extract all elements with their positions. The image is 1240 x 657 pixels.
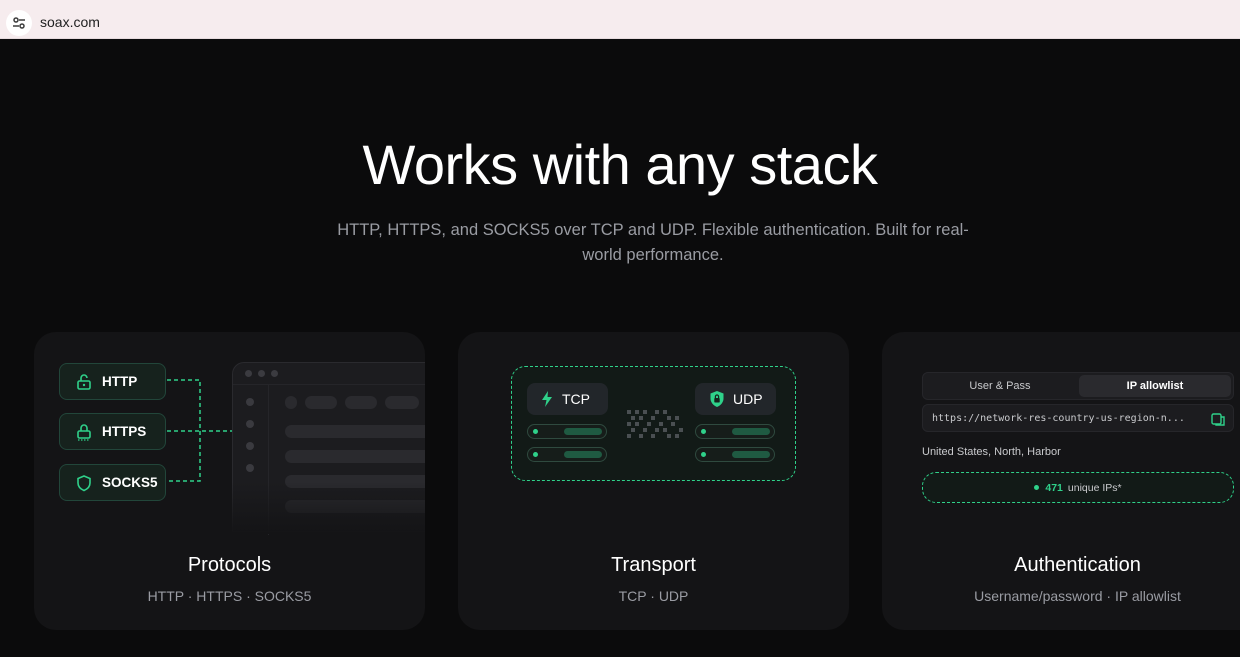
tcp-stream-bar bbox=[527, 424, 607, 439]
protocol-pill-http: HTTP bbox=[59, 363, 166, 400]
shield-lock-icon bbox=[709, 390, 725, 408]
tcp-stream-bar bbox=[527, 447, 607, 462]
protocol-pill-socks5: SOCKS5 bbox=[59, 464, 166, 501]
card-subtitle: HTTP · HTTPS · SOCKS5 bbox=[147, 588, 312, 604]
transport-card: TCP UDP Transport TCP · UDP bbox=[458, 332, 849, 630]
tab-ip-allowlist[interactable]: IP allowlist bbox=[1079, 375, 1231, 397]
auth-method-toggle: User & Pass IP allowlist bbox=[922, 372, 1234, 400]
protocol-label: HTTP bbox=[102, 374, 138, 389]
lock-open-icon bbox=[71, 369, 97, 395]
udp-stream-bar bbox=[695, 447, 775, 462]
tcp-chip: TCP bbox=[527, 383, 608, 415]
authentication-card: User & Pass IP allowlist https://network… bbox=[882, 332, 1240, 630]
udp-chip: UDP bbox=[695, 383, 776, 415]
browser-url-bar: soax.com bbox=[0, 0, 1240, 39]
url-text[interactable]: soax.com bbox=[40, 14, 100, 30]
copy-icon[interactable] bbox=[1210, 411, 1226, 430]
tune-icon[interactable] bbox=[6, 10, 32, 36]
protocol-label: SOCKS5 bbox=[102, 475, 158, 490]
lock-icon bbox=[71, 419, 97, 445]
packet-grid bbox=[627, 410, 683, 440]
bolt-icon bbox=[540, 390, 554, 408]
shield-icon bbox=[71, 470, 97, 496]
status-dot-icon bbox=[1034, 485, 1040, 490]
protocols-card: HTTP HTTPS SOCKS5 Protocols HTTP · HTTPS… bbox=[34, 332, 425, 630]
ips-count: 471 bbox=[1045, 481, 1063, 494]
transport-label: UDP bbox=[733, 391, 763, 407]
card-title: Authentication bbox=[1014, 554, 1141, 576]
location-label: United States, North, Harbor bbox=[922, 446, 1061, 458]
page-title: Works with any stack bbox=[362, 133, 878, 196]
protocol-pill-https: HTTPS bbox=[59, 413, 166, 450]
ips-label: unique IPs* bbox=[1067, 481, 1122, 494]
transport-diagram: TCP UDP bbox=[511, 366, 796, 481]
card-title: Protocols bbox=[187, 554, 272, 576]
address-bar[interactable]: soax.com bbox=[0, 0, 1240, 39]
transport-label: TCP bbox=[562, 391, 590, 407]
card-title: Transport bbox=[611, 554, 696, 576]
udp-stream-bar bbox=[695, 424, 775, 439]
tab-user-pass[interactable]: User & Pass bbox=[925, 375, 1075, 397]
page-subtitle: HTTP, HTTPS, and SOCKS5 over TCP and UDP… bbox=[337, 221, 969, 264]
endpoint-field: https://network-res-country-us-region-n.… bbox=[922, 404, 1234, 432]
card-subtitle: TCP · UDP bbox=[618, 588, 689, 604]
protocol-label: HTTPS bbox=[102, 424, 147, 439]
endpoint-text: https://network-res-country-us-region-n.… bbox=[932, 412, 1185, 424]
unique-ips-badge: 471 unique IPs* bbox=[922, 472, 1234, 503]
card-subtitle: Username/password · IP allowlist bbox=[974, 588, 1181, 604]
